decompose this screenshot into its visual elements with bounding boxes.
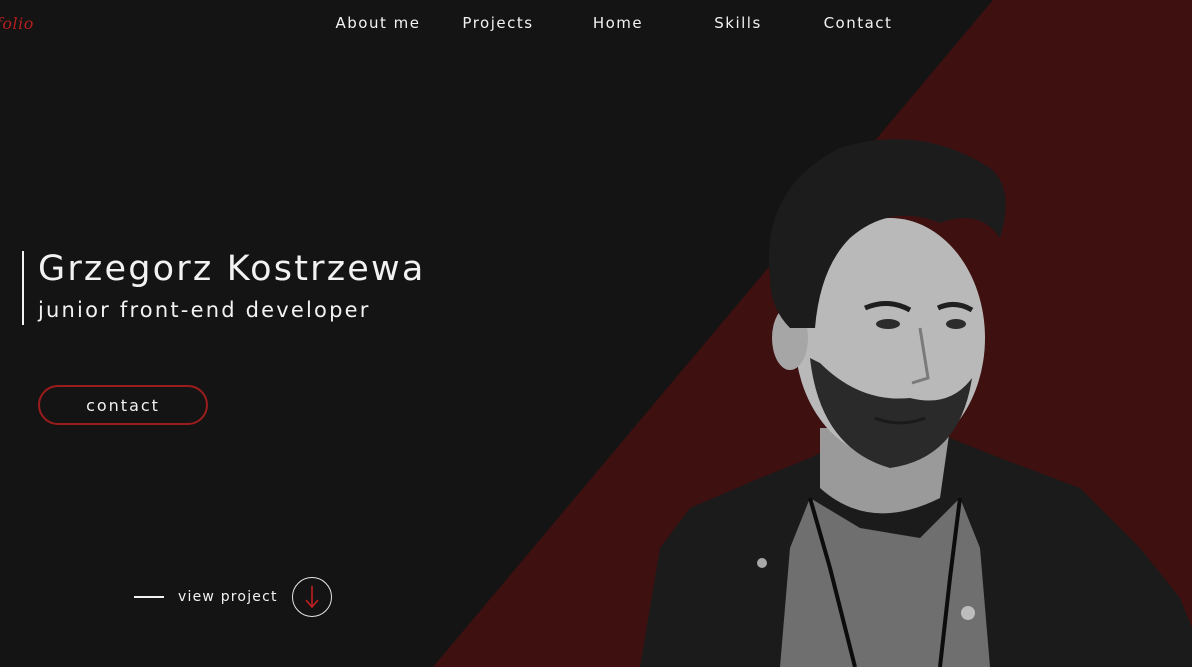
view-project-link[interactable]: view project (134, 577, 332, 617)
nav-skills[interactable]: Skills (678, 14, 798, 32)
logo[interactable]: folio (0, 14, 34, 33)
view-project-line (134, 596, 164, 598)
view-project-circle[interactable] (291, 577, 332, 617)
hero-role: junior front-end developer (38, 298, 371, 322)
profile-photo (640, 139, 1192, 667)
nav-contact[interactable]: Contact (798, 14, 918, 32)
nav-projects[interactable]: Projects (438, 14, 558, 32)
arrow-down-icon (305, 586, 319, 609)
view-project-label: view project (178, 589, 278, 605)
hero-accent-bar (22, 251, 24, 325)
nav-about-me[interactable]: About me (318, 14, 438, 32)
portfolio-page: folio About me Projects Home Skills Cont… (0, 0, 1192, 667)
contact-button[interactable]: contact (38, 385, 208, 425)
hero-name: Grzegorz Kostrzewa (38, 249, 426, 289)
nav-home[interactable]: Home (558, 14, 678, 32)
